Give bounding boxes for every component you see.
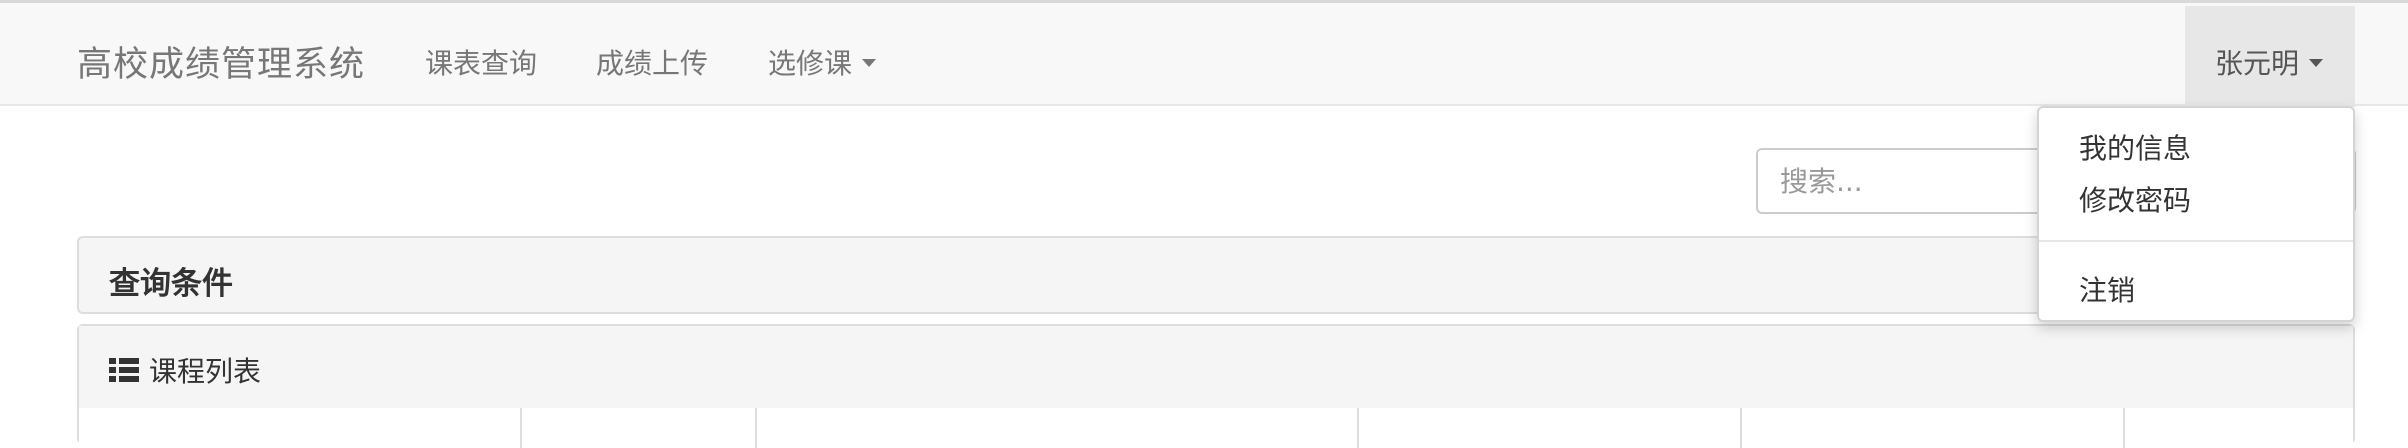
menu-item-my-info[interactable]: 我的信息 [2079, 127, 2191, 167]
menu-item-logout[interactable]: 注销 [2079, 269, 2135, 309]
nav-link-schedule[interactable]: 课表查询 [425, 42, 537, 82]
course-list-panel: 课程列表 [77, 324, 2355, 448]
column-divider [520, 408, 522, 448]
list-icon [109, 358, 139, 382]
nav-dropdown-electives[interactable]: 选修课 [768, 42, 877, 82]
top-navbar: 高校成绩管理系统 课表查询 成绩上传 选修课 张元明 [0, 0, 2408, 107]
column-divider [755, 408, 757, 448]
column-divider [1740, 408, 1742, 448]
menu-divider [2039, 240, 2353, 242]
menu-item-change-password[interactable]: 修改密码 [2079, 179, 2191, 219]
nav-link-grade-upload[interactable]: 成绩上传 [596, 42, 708, 82]
course-list-heading: 课程列表 [79, 326, 2353, 408]
query-conditions-title: 查询条件 [109, 266, 233, 302]
user-dropdown-menu: 我的信息 修改密码 注销 [2037, 106, 2355, 322]
column-divider [2123, 408, 2125, 448]
course-table-header [79, 408, 2353, 448]
column-divider [1357, 408, 1359, 448]
user-menu-toggle[interactable]: 张元明 [2185, 6, 2355, 107]
course-list-title: 课程列表 [149, 355, 262, 388]
brand-title[interactable]: 高校成绩管理系统 [77, 36, 365, 87]
caret-down-icon [2309, 59, 2324, 67]
nav-dropdown-electives-label: 选修课 [768, 47, 853, 80]
query-conditions-panel: 查询条件 [77, 236, 2355, 314]
user-name-label: 张元明 [2215, 47, 2300, 80]
caret-down-icon [862, 59, 877, 67]
